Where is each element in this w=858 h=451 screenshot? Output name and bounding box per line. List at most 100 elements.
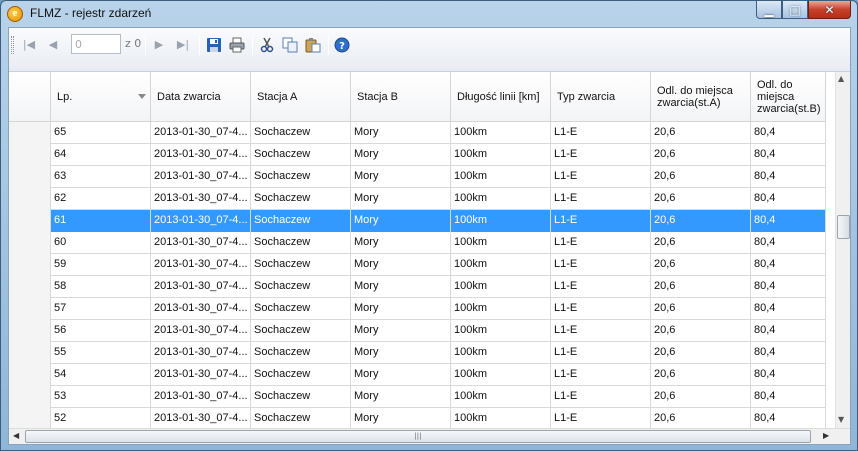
table-cell[interactable]: 2013-01-30_07-4... — [151, 210, 251, 232]
column-header[interactable]: Stacja B — [351, 72, 451, 122]
table-cell[interactable]: 100km — [451, 144, 551, 166]
table-cell[interactable]: 80,4 — [751, 144, 826, 166]
table-cell[interactable]: 100km — [451, 408, 551, 428]
scroll-left-icon[interactable]: ◀ — [13, 431, 19, 440]
table-cell[interactable]: Mory — [351, 298, 451, 320]
move-first-button[interactable]: |◀ — [19, 34, 39, 55]
table-cell[interactable]: L1-E — [551, 166, 651, 188]
table-row[interactable]: 61 2013-01-30_07-4... Sochaczew Mory 100km L1… — [9, 210, 826, 232]
table-cell[interactable]: L1-E — [551, 386, 651, 408]
table-cell[interactable]: 63 — [51, 166, 151, 188]
table-cell[interactable]: 2013-01-30_07-4... — [151, 232, 251, 254]
table-cell[interactable]: 64 — [51, 144, 151, 166]
row-header[interactable] — [9, 408, 51, 428]
table-cell[interactable]: 20,6 — [651, 342, 751, 364]
table-cell[interactable]: 20,6 — [651, 386, 751, 408]
table-cell[interactable]: 2013-01-30_07-4... — [151, 188, 251, 210]
row-header[interactable] — [9, 232, 51, 254]
table-cell[interactable]: 20,6 — [651, 210, 751, 232]
table-cell[interactable]: Sochaczew — [251, 122, 351, 144]
table-cell[interactable]: 2013-01-30_07-4... — [151, 364, 251, 386]
table-cell[interactable]: Mory — [351, 408, 451, 428]
minimize-button[interactable]: ▁ — [756, 1, 782, 19]
table-cell[interactable]: 100km — [451, 320, 551, 342]
row-header[interactable] — [9, 188, 51, 210]
table-cell[interactable]: L1-E — [551, 188, 651, 210]
row-header[interactable] — [9, 210, 51, 232]
table-cell[interactable]: 100km — [451, 342, 551, 364]
title-bar[interactable]: e FLMZ - rejestr zdarzeń ▁ □ ✕ — [1, 1, 857, 27]
column-header[interactable]: Odl. do miejsca zwarcia(st.B) — [751, 72, 826, 122]
table-row[interactable]: 57 2013-01-30_07-4... Sochaczew Mory 100km L1… — [9, 298, 826, 320]
table-cell[interactable]: 52 — [51, 408, 151, 428]
table-cell[interactable]: 53 — [51, 386, 151, 408]
table-cell[interactable]: L1-E — [551, 408, 651, 428]
table-cell[interactable]: 2013-01-30_07-4... — [151, 144, 251, 166]
table-cell[interactable]: Sochaczew — [251, 320, 351, 342]
table-cell[interactable]: 20,6 — [651, 188, 751, 210]
table-cell[interactable]: Sochaczew — [251, 298, 351, 320]
table-cell[interactable]: L1-E — [551, 298, 651, 320]
table-cell[interactable]: 2013-01-30_07-4... — [151, 254, 251, 276]
column-header[interactable]: Lp. — [51, 72, 151, 122]
table-cell[interactable]: Sochaczew — [251, 144, 351, 166]
table-cell[interactable]: Sochaczew — [251, 232, 351, 254]
table-cell[interactable]: Mory — [351, 364, 451, 386]
paste-button[interactable] — [303, 34, 323, 55]
table-cell[interactable]: Sochaczew — [251, 166, 351, 188]
table-cell[interactable]: L1-E — [551, 364, 651, 386]
table-cell[interactable]: 2013-01-30_07-4... — [151, 122, 251, 144]
table-row[interactable]: 54 2013-01-30_07-4... Sochaczew Mory 100km L1… — [9, 364, 826, 386]
table-row[interactable]: 56 2013-01-30_07-4... Sochaczew Mory 100km L1… — [9, 320, 826, 342]
row-header[interactable] — [9, 298, 51, 320]
close-button[interactable]: ✕ — [808, 1, 851, 19]
table-cell[interactable]: 80,4 — [751, 210, 826, 232]
table-cell[interactable]: 100km — [451, 122, 551, 144]
table-cell[interactable]: 61 — [51, 210, 151, 232]
column-header[interactable]: Typ zwarcia — [551, 72, 651, 122]
table-cell[interactable]: 100km — [451, 254, 551, 276]
table-row[interactable]: 60 2013-01-30_07-4... Sochaczew Mory 100km L1… — [9, 232, 826, 254]
toolbar-grip[interactable] — [11, 36, 14, 54]
row-header[interactable] — [9, 386, 51, 408]
table-cell[interactable]: 100km — [451, 232, 551, 254]
column-header[interactable]: Odl. do miejsca zwarcia(st.A) — [651, 72, 751, 122]
table-cell[interactable]: 20,6 — [651, 364, 751, 386]
move-last-button[interactable]: ▶| — [173, 34, 193, 55]
horizontal-scroll-thumb[interactable]: ||| — [25, 430, 811, 443]
scroll-right-icon[interactable]: ▶ — [823, 431, 829, 440]
table-cell[interactable]: Sochaczew — [251, 386, 351, 408]
table-row[interactable]: 65 2013-01-30_07-4... Sochaczew Mory 100km L1… — [9, 122, 826, 144]
table-cell[interactable]: 80,4 — [751, 122, 826, 144]
scroll-up-icon[interactable]: ▲ — [838, 74, 844, 83]
table-cell[interactable]: 100km — [451, 364, 551, 386]
scroll-down-icon[interactable]: ▼ — [838, 415, 844, 424]
table-cell[interactable]: 80,4 — [751, 298, 826, 320]
table-cell[interactable]: 80,4 — [751, 276, 826, 298]
row-header[interactable] — [9, 144, 51, 166]
row-header[interactable] — [9, 364, 51, 386]
help-button[interactable]: ? — [332, 34, 352, 55]
print-button[interactable] — [227, 34, 247, 55]
table-cell[interactable]: 80,4 — [751, 386, 826, 408]
table-cell[interactable]: Sochaczew — [251, 364, 351, 386]
table-cell[interactable]: 100km — [451, 298, 551, 320]
table-cell[interactable]: 80,4 — [751, 166, 826, 188]
vertical-scrollbar[interactable]: ▲ ▼ — [835, 72, 850, 428]
table-cell[interactable]: 80,4 — [751, 320, 826, 342]
table-cell[interactable]: Mory — [351, 122, 451, 144]
table-cell[interactable]: 100km — [451, 166, 551, 188]
table-cell[interactable]: 2013-01-30_07-4... — [151, 408, 251, 428]
table-row[interactable]: 63 2013-01-30_07-4... Sochaczew Mory 100km L1… — [9, 166, 826, 188]
table-cell[interactable]: 80,4 — [751, 408, 826, 428]
table-cell[interactable]: 2013-01-30_07-4... — [151, 342, 251, 364]
table-cell[interactable]: 65 — [51, 122, 151, 144]
table-cell[interactable]: 2013-01-30_07-4... — [151, 276, 251, 298]
table-row[interactable]: 62 2013-01-30_07-4... Sochaczew Mory 100km L1… — [9, 188, 826, 210]
table-cell[interactable]: Sochaczew — [251, 188, 351, 210]
table-cell[interactable]: 100km — [451, 276, 551, 298]
table-cell[interactable]: 80,4 — [751, 188, 826, 210]
table-cell[interactable]: Mory — [351, 210, 451, 232]
move-previous-button[interactable]: ◀ — [43, 34, 63, 55]
table-row[interactable]: 55 2013-01-30_07-4... Sochaczew Mory 100km L1… — [9, 342, 826, 364]
